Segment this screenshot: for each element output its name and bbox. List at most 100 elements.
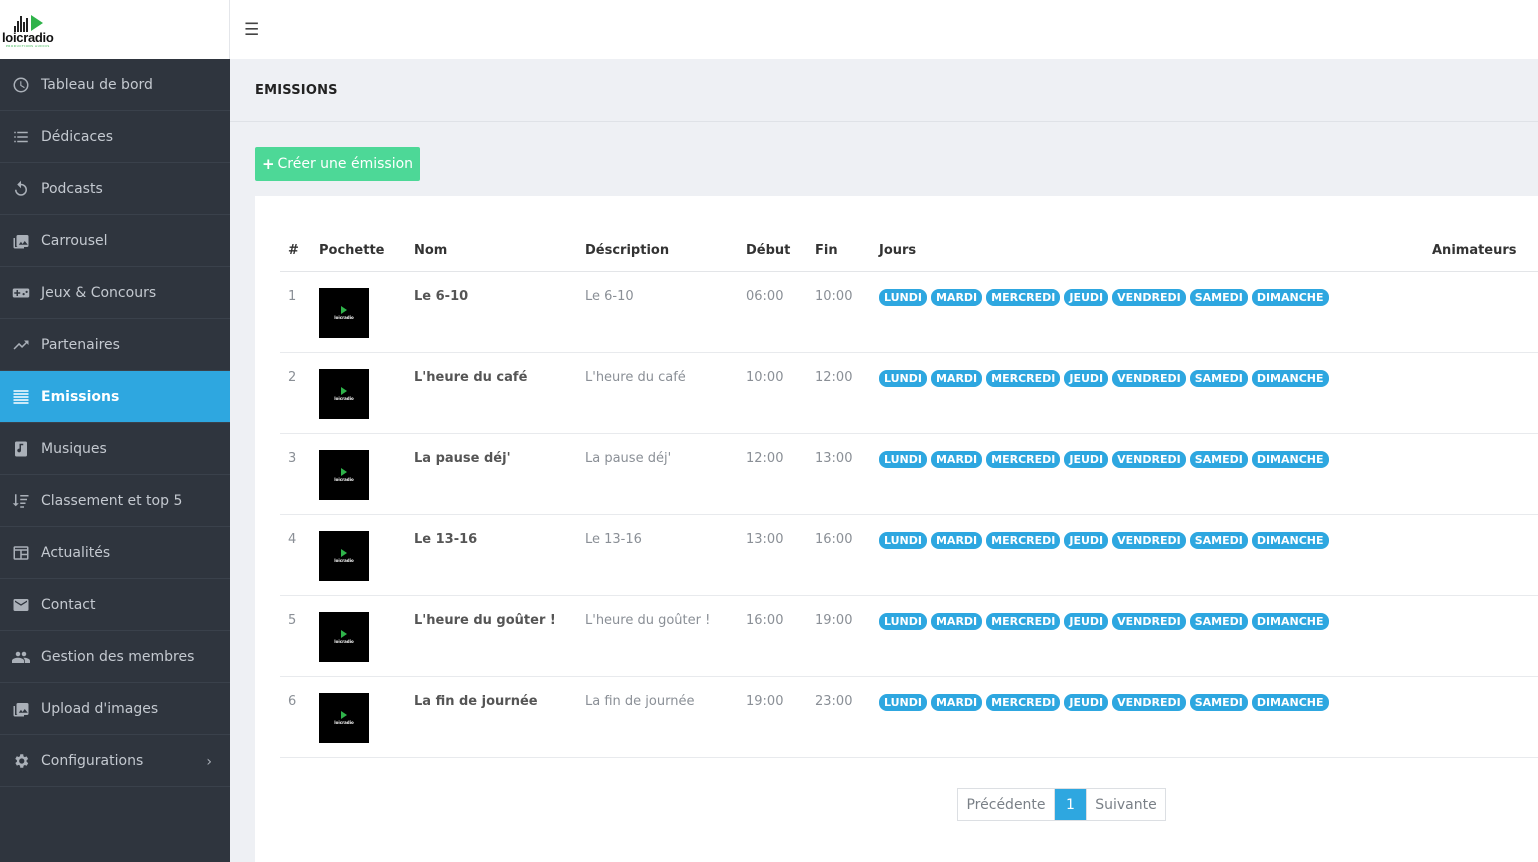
chevron-right-icon: ›	[206, 754, 212, 770]
day-badge: JEUDI	[1064, 369, 1109, 387]
day-badge: MERCREDI	[986, 612, 1061, 630]
sidebar-item-label: Classement et top 5	[41, 492, 183, 509]
sidebar-item-carrousel[interactable]: Carrousel	[0, 215, 230, 267]
cover-logo-text: loicradio	[334, 557, 354, 563]
hamburger-menu-icon[interactable]: ☰	[244, 20, 259, 40]
sidebar-item-partenaires[interactable]: Partenaires	[0, 319, 230, 371]
plus-icon: +	[261, 155, 275, 173]
col-header-days: Jours	[879, 231, 1432, 272]
sidebar-item-dedicaces[interactable]: Dédicaces	[0, 111, 230, 163]
emission-description: L'heure du café	[585, 352, 746, 434]
table-row[interactable]: 1 loicradio Le 6-10 Le 6-10 06:00 10:00 LUNDI M…	[280, 271, 1538, 353]
sidebar-item-label: Musiques	[41, 440, 107, 457]
table-header-row: # Pochette Nom Déscription Début Fin Jou…	[280, 231, 1538, 272]
emissions-table: # Pochette Nom Déscription Début Fin Jou…	[280, 231, 1538, 758]
trending-icon	[11, 335, 31, 355]
sidebar-item-tableau-de-bord[interactable]: Tableau de bord	[0, 59, 230, 111]
day-badge: MERCREDI	[986, 531, 1061, 549]
emission-days: LUNDI MARDI MERCREDI JEUDI VENDREDI SAMEDI DIM…	[879, 352, 1432, 434]
day-badge: MARDI	[930, 288, 983, 306]
ranking-icon	[11, 491, 31, 511]
emission-hosts	[1432, 271, 1538, 353]
top-bar: ☰	[230, 0, 1538, 59]
play-icon	[341, 386, 347, 395]
pagination-next[interactable]: Suivante	[1086, 789, 1165, 820]
sidebar-item-label: Configurations	[41, 752, 144, 769]
mail-icon	[11, 595, 31, 615]
sidebar-item-classement-et-top-5[interactable]: Classement et top 5	[0, 475, 230, 527]
col-header-cover: Pochette	[319, 231, 414, 272]
day-badge: LUNDI	[879, 288, 927, 306]
day-badge: DIMANCHE	[1251, 612, 1329, 630]
emission-description: La fin de journée	[585, 676, 746, 758]
replay-icon	[11, 179, 31, 199]
sidebar-item-label: Contact	[41, 596, 96, 613]
col-header-number: #	[280, 231, 319, 272]
people-icon	[11, 647, 31, 667]
emission-start: 13:00	[746, 514, 815, 596]
sidebar-item-contact[interactable]: Contact	[0, 579, 230, 631]
day-badge: JEUDI	[1064, 693, 1109, 711]
emission-end: 10:00	[815, 271, 879, 353]
table-row[interactable]: 6 loicradio La fin de journée La fin de jou…	[280, 676, 1538, 758]
day-badge: VENDREDI	[1112, 612, 1186, 630]
day-badge: SAMEDI	[1189, 531, 1248, 549]
sidebar-item-label: Tableau de bord	[41, 76, 153, 93]
emission-start: 16:00	[746, 595, 815, 677]
day-badge: VENDREDI	[1112, 369, 1186, 387]
sidebar-item-upload-d-images[interactable]: Upload d'images	[0, 683, 230, 735]
cover-image: loicradio	[319, 530, 369, 581]
day-badge: SAMEDI	[1189, 693, 1248, 711]
day-badge: DIMANCHE	[1251, 693, 1329, 711]
sidebar-item-configurations[interactable]: Configurations ›	[0, 735, 230, 787]
cover-cell: loicradio	[319, 433, 414, 515]
day-badge: VENDREDI	[1112, 693, 1186, 711]
emission-end: 12:00	[815, 352, 879, 434]
cover-logo-text: loicradio	[334, 719, 354, 725]
lines-icon	[11, 387, 31, 407]
table-row[interactable]: 3 loicradio La pause déj' La pause déj' 12:0…	[280, 433, 1538, 515]
col-header-name: Nom	[414, 231, 585, 272]
emission-hosts	[1432, 514, 1538, 596]
sidebar-item-emissions[interactable]: Emissions	[0, 371, 230, 423]
sidebar-item-podcasts[interactable]: Podcasts	[0, 163, 230, 215]
day-badge: JEUDI	[1064, 531, 1109, 549]
sidebar-item-actualites[interactable]: Actualités	[0, 527, 230, 579]
sidebar-item-jeux-concours[interactable]: Jeux & Concours	[0, 267, 230, 319]
emission-name: L'heure du café	[414, 352, 585, 434]
day-badge: LUNDI	[879, 612, 927, 630]
table-row[interactable]: 4 loicradio Le 13-16 Le 13-16 13:00 16:00 LUND…	[280, 514, 1538, 596]
sidebar-item-gestion-des-membres[interactable]: Gestion des membres	[0, 631, 230, 683]
pagination-page-1[interactable]: 1	[1055, 789, 1086, 820]
pagination-previous[interactable]: Précédente	[958, 789, 1055, 820]
day-badge: MARDI	[930, 369, 983, 387]
col-header-hosts: Animateurs	[1432, 231, 1538, 272]
create-emission-button[interactable]: + Créer une émission	[255, 147, 420, 181]
day-badge: LUNDI	[879, 531, 927, 549]
emissions-card: # Pochette Nom Déscription Début Fin Jou…	[255, 196, 1538, 862]
day-badge: LUNDI	[879, 450, 927, 468]
table-row[interactable]: 2 loicradio L'heure du café L'heure du café…	[280, 352, 1538, 434]
day-badge: MERCREDI	[986, 369, 1061, 387]
day-badge: MARDI	[930, 450, 983, 468]
day-badge: DIMANCHE	[1251, 531, 1329, 549]
day-badges: LUNDI MARDI MERCREDI JEUDI VENDREDI SAMEDI DIM…	[879, 369, 1432, 387]
logo-area[interactable]: loicradio PRODUCTIONS AUDIOS	[0, 0, 230, 59]
sidebar-item-label: Partenaires	[41, 336, 120, 353]
emission-description: Le 6-10	[585, 271, 746, 353]
day-badges: LUNDI MARDI MERCREDI JEUDI VENDREDI SAMEDI DIM…	[879, 693, 1432, 711]
emission-start: 12:00	[746, 433, 815, 515]
emission-end: 19:00	[815, 595, 879, 677]
row-number: 4	[280, 514, 319, 596]
table-row[interactable]: 5 loicradio L'heure du goûter ! L'heure du …	[280, 595, 1538, 677]
sidebar-item-musiques[interactable]: Musiques	[0, 423, 230, 475]
sidebar-item-label: Actualités	[41, 544, 111, 561]
emission-days: LUNDI MARDI MERCREDI JEUDI VENDREDI SAMEDI DIM…	[879, 514, 1432, 596]
day-badge: MERCREDI	[986, 450, 1061, 468]
day-badge: VENDREDI	[1112, 531, 1186, 549]
row-number: 1	[280, 271, 319, 353]
brand-logo[interactable]: loicradio PRODUCTIONS AUDIOS	[2, 12, 54, 48]
sidebar: loicradio PRODUCTIONS AUDIOS Tableau de …	[0, 0, 230, 862]
emission-hosts	[1432, 676, 1538, 758]
emission-name: Le 6-10	[414, 271, 585, 353]
